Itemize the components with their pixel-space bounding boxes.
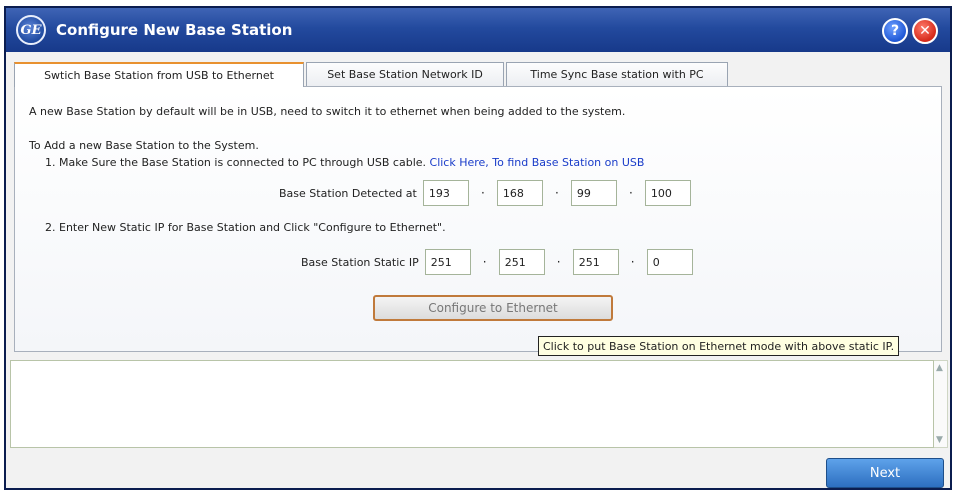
log-scrollbar[interactable]: ▲ ▼ bbox=[934, 360, 948, 448]
ip-separator: · bbox=[556, 255, 561, 269]
scroll-up-icon[interactable]: ▲ bbox=[936, 363, 943, 373]
static-ip-label: Base Station Static IP bbox=[301, 255, 419, 269]
help-icon[interactable]: ? bbox=[882, 18, 908, 44]
step1-text: 1. Make Sure the Base Station is connect… bbox=[45, 156, 644, 169]
step2-text: 2. Enter New Static IP for Base Station … bbox=[45, 221, 446, 234]
step1-label: 1. Make Sure the Base Station is connect… bbox=[45, 156, 427, 169]
static-ip-row: Base Station Static IP · · · bbox=[301, 249, 693, 275]
title-bar: GE Configure New Base Station ? ✕ bbox=[6, 8, 950, 52]
ip-separator: · bbox=[554, 186, 559, 200]
next-button[interactable]: Next bbox=[826, 458, 944, 488]
find-base-station-link[interactable]: Click Here, To find Base Station on USB bbox=[430, 156, 645, 169]
ip-separator: · bbox=[482, 255, 487, 269]
detected-ip-octet-1[interactable] bbox=[422, 180, 469, 206]
tab-time-sync[interactable]: Time Sync Base station with PC bbox=[506, 62, 728, 86]
ip-separator: · bbox=[628, 186, 633, 200]
intro-text: A new Base Station by default will be in… bbox=[29, 105, 626, 118]
configure-to-ethernet-button[interactable]: Configure to Ethernet bbox=[373, 295, 613, 321]
static-ip-octet-1[interactable] bbox=[424, 249, 471, 275]
detected-ip-label: Base Station Detected at bbox=[279, 186, 417, 200]
tab-panel: A new Base Station by default will be in… bbox=[14, 86, 942, 352]
window-title: Configure New Base Station bbox=[56, 21, 293, 39]
scroll-down-icon[interactable]: ▼ bbox=[936, 435, 943, 445]
ip-separator: · bbox=[480, 186, 485, 200]
instructions-heading: To Add a new Base Station to the System. bbox=[29, 139, 259, 152]
static-ip-octet-4[interactable] bbox=[646, 249, 693, 275]
dialog-window: GE Configure New Base Station ? ✕ Swtich… bbox=[4, 6, 952, 490]
detected-ip-octet-3[interactable] bbox=[570, 180, 617, 206]
ge-logo-icon: GE bbox=[16, 15, 46, 45]
log-output-textarea[interactable] bbox=[10, 360, 934, 448]
tab-usb-to-ethernet[interactable]: Swtich Base Station from USB to Ethernet bbox=[14, 62, 304, 87]
detected-ip-octet-4[interactable] bbox=[644, 180, 691, 206]
tab-network-id[interactable]: Set Base Station Network ID bbox=[306, 62, 504, 86]
static-ip-octet-2[interactable] bbox=[498, 249, 545, 275]
detected-ip-row: Base Station Detected at · · · bbox=[279, 180, 691, 206]
ip-separator: · bbox=[630, 255, 635, 269]
close-icon[interactable]: ✕ bbox=[912, 18, 938, 44]
static-ip-octet-3[interactable] bbox=[572, 249, 619, 275]
detected-ip-octet-2[interactable] bbox=[496, 180, 543, 206]
configure-tooltip: Click to put Base Station on Ethernet mo… bbox=[538, 336, 900, 356]
